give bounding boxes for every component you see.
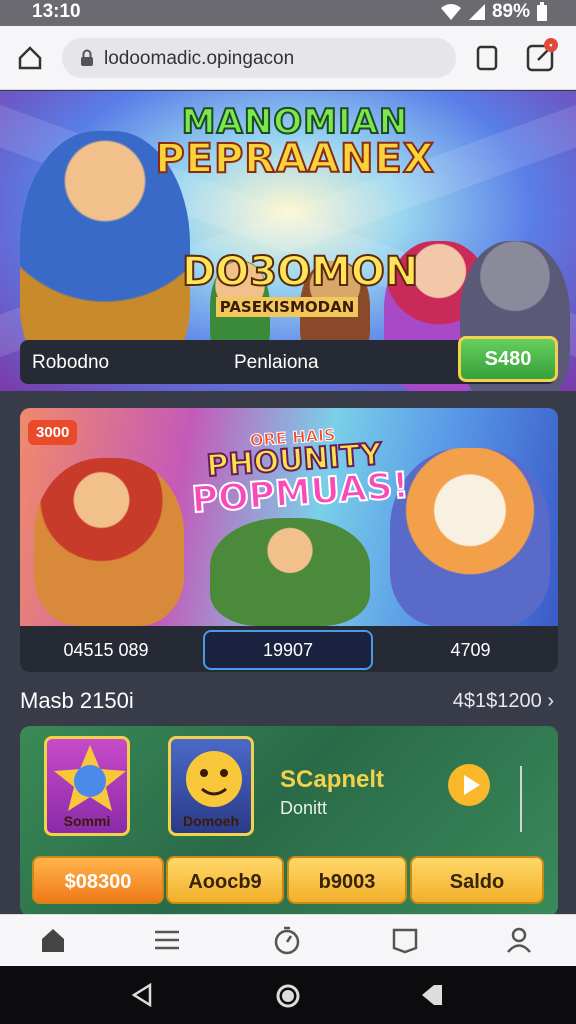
hero-title-line1: MANOMIAN xyxy=(181,102,409,142)
game-tile-label: Domoeh xyxy=(183,813,239,829)
hero-title: MANOMIAN PEPRAANEX xyxy=(150,102,440,182)
bottom-nav xyxy=(0,914,576,966)
promo-stat[interactable]: 19907 xyxy=(203,630,373,670)
game-tile-label: Sommi xyxy=(63,813,111,829)
lock-icon xyxy=(80,49,94,72)
profile-icon[interactable] xyxy=(504,925,534,955)
hero-title-line2: PEPRAANEX xyxy=(154,136,435,182)
tabs-icon[interactable] xyxy=(472,43,502,73)
game-name: SCapnelt xyxy=(280,766,385,793)
status-time: 13:10 xyxy=(32,1,81,22)
battery-text: 89% xyxy=(491,1,530,22)
games-card: Sommi Domoeh SCapnelt Donitt $08300 Aooc… xyxy=(20,726,558,916)
hero-info-mid: Penlaiona xyxy=(234,352,319,373)
status-icons: 89% xyxy=(440,1,548,23)
status-bar: 13:10 89% xyxy=(0,0,576,26)
hero-logo-text: DO3OMON xyxy=(181,248,419,296)
browser-toolbar: lodoomadic.opingacon • xyxy=(0,26,576,90)
scroll-indicator[interactable] xyxy=(520,766,522,832)
promo-title: ORE HAIS PHOUNITY POPMUAS! xyxy=(187,423,411,523)
price-button[interactable]: S480 xyxy=(458,336,558,382)
recents-icon[interactable] xyxy=(420,983,444,1012)
home-circle-icon[interactable] xyxy=(275,983,301,1014)
battery-icon xyxy=(536,2,548,22)
share-icon[interactable]: • xyxy=(522,38,560,76)
back-icon[interactable] xyxy=(130,982,154,1012)
timer-icon[interactable] xyxy=(272,925,302,955)
menu-icon[interactable] xyxy=(152,925,182,955)
face-icon xyxy=(186,751,242,807)
section-link[interactable]: 4$1$1200 › xyxy=(453,690,554,713)
star-icon xyxy=(54,745,126,811)
game-subtitle: Donitt xyxy=(280,798,328,818)
address-bar[interactable]: lodoomadic.opingacon xyxy=(62,38,456,78)
book-icon[interactable] xyxy=(390,925,420,955)
hero-logo-subtext: PASEKISMODAN xyxy=(215,297,359,317)
game-tile[interactable]: Domoeh xyxy=(168,736,254,836)
url-text: lodoomadic.opingacon xyxy=(104,48,295,69)
play-icon[interactable] xyxy=(448,764,490,806)
promo-stat: 04515 089 xyxy=(20,630,192,670)
section-link-text: 4$1$1200 xyxy=(452,690,542,712)
promo-character-group xyxy=(210,518,370,626)
wifi-icon xyxy=(440,3,462,21)
promo-art: 3000 ORE HAIS PHOUNITY POPMUAS! xyxy=(20,408,558,626)
game-tile[interactable]: Sommi xyxy=(44,736,130,836)
system-nav-bar xyxy=(0,966,576,1024)
action-button[interactable]: $08300 xyxy=(32,856,164,904)
action-button[interactable]: Saldo xyxy=(410,856,544,904)
chevron-right-icon: › xyxy=(547,690,554,712)
promo-character-cat xyxy=(390,448,550,626)
hero-info-left: Robodno xyxy=(32,352,110,373)
section-title: Masb 2150i xyxy=(20,688,134,713)
notification-badge: • xyxy=(544,38,558,52)
home-icon[interactable] xyxy=(38,925,68,955)
signal-icon xyxy=(468,3,486,21)
action-button[interactable]: Aoocb9 xyxy=(166,856,284,904)
promo-card[interactable]: 3000 ORE HAIS PHOUNITY POPMUAS! 04515 08… xyxy=(20,408,558,672)
home-icon[interactable] xyxy=(14,42,46,74)
action-button[interactable]: b9003 xyxy=(287,856,407,904)
promo-stat: 4709 xyxy=(383,630,558,670)
hero-logo: DO3OMON PASEKISMODAN xyxy=(181,248,419,317)
promo-character-left xyxy=(34,458,184,626)
promo-badge: 3000 xyxy=(28,420,78,445)
